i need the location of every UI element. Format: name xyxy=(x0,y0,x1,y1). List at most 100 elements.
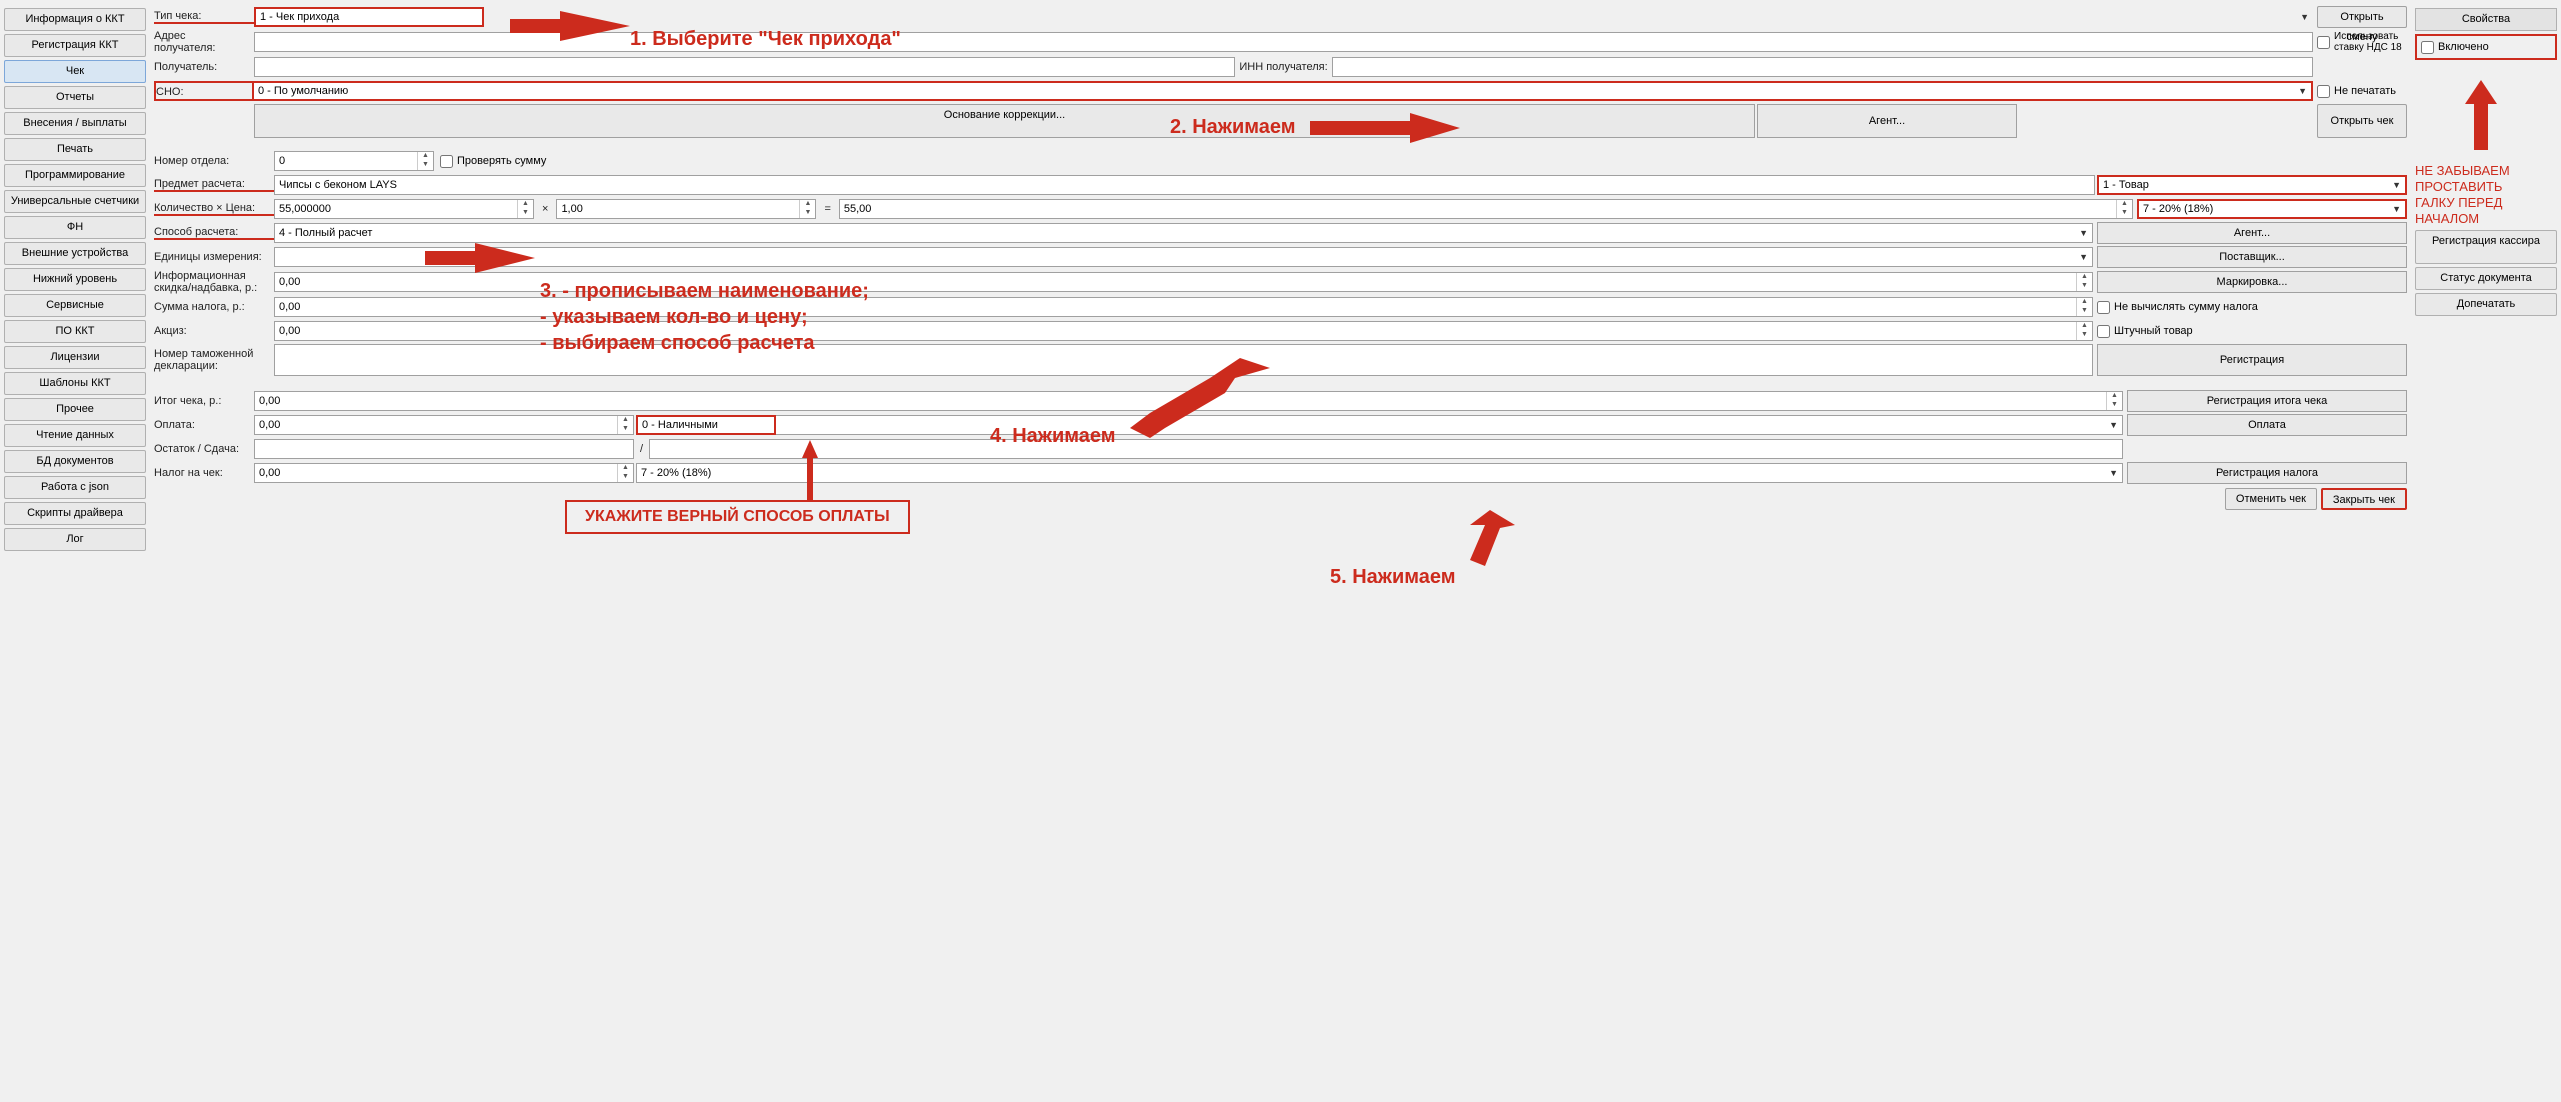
annotation-5: 5. Нажимаем xyxy=(1330,566,1456,589)
spin-up-icon[interactable]: ▲ xyxy=(418,152,433,161)
spin-down-icon[interactable]: ▼ xyxy=(618,473,633,482)
spin-down-icon[interactable]: ▼ xyxy=(2107,401,2122,410)
register-total-button[interactable]: Регистрация итога чека xyxy=(2127,390,2407,412)
open-shift-button[interactable]: Открыть смену xyxy=(2317,6,2407,28)
marking-button[interactable]: Маркировка... xyxy=(2097,271,2407,293)
sno-combo[interactable]: 0 - По умолчанию ▼ xyxy=(254,81,2313,101)
dept-spinner[interactable]: 0 ▲▼ xyxy=(274,151,434,171)
price-spinner[interactable]: 1,00 ▲▼ xyxy=(556,199,816,219)
sidebar-item-programming[interactable]: Программирование xyxy=(4,164,146,187)
tax-check-rate-combo[interactable]: 7 - 20% (18%) ▼ xyxy=(636,463,2123,483)
sidebar-item-kkt-reg[interactable]: Регистрация ККТ xyxy=(4,34,146,57)
line-total-spinner[interactable]: 55,00 ▲▼ xyxy=(839,199,2133,219)
register-tax-button[interactable]: Регистрация налога xyxy=(2127,462,2407,484)
agent-header-button[interactable]: Агент... xyxy=(1757,104,2017,138)
vat18-checkbox[interactable]: Использовать ставку НДС 18 xyxy=(2317,31,2407,53)
check-sum-checkbox[interactable]: Проверять сумму xyxy=(440,155,546,168)
discount-spinner[interactable]: 0,00 ▲▼ xyxy=(274,272,2093,292)
check-total-spinner[interactable]: 0,00 ▲▼ xyxy=(254,391,2123,411)
spin-up-icon[interactable]: ▲ xyxy=(618,416,633,425)
register-item-button[interactable]: Регистрация xyxy=(2097,344,2407,376)
remainder-input[interactable] xyxy=(254,439,634,459)
sidebar-item-counters[interactable]: Универсальные счетчики xyxy=(4,190,146,213)
payment-label: Оплата: xyxy=(154,419,254,431)
sidebar-item-scripts[interactable]: Скрипты драйвера xyxy=(4,502,146,525)
unit-combo[interactable]: ▼ xyxy=(274,247,2093,267)
vat18-check-input[interactable] xyxy=(2317,36,2330,49)
no-calc-tax-input[interactable] xyxy=(2097,301,2110,314)
inn-input[interactable] xyxy=(1332,57,2313,77)
payment-type-combo-ext[interactable]: ▼ xyxy=(776,415,2123,435)
agent-item-button[interactable]: Агент... xyxy=(2097,222,2407,244)
tax-check-spinner[interactable]: 0,00 ▲▼ xyxy=(254,463,634,483)
cashier-reg-button[interactable]: Регистрация кассира xyxy=(2415,230,2557,264)
sidebar-item-low-level[interactable]: Нижний уровень xyxy=(4,268,146,291)
spin-up-icon[interactable]: ▲ xyxy=(2117,200,2132,209)
enabled-checkbox[interactable]: Включено xyxy=(2415,34,2557,60)
sidebar-item-templates[interactable]: Шаблоны ККТ xyxy=(4,372,146,395)
spin-down-icon[interactable]: ▼ xyxy=(418,161,433,170)
spin-down-icon[interactable]: ▼ xyxy=(2077,331,2092,340)
spin-up-icon[interactable]: ▲ xyxy=(2077,298,2092,307)
doc-status-button[interactable]: Статус документа xyxy=(2415,267,2557,290)
check-sum-input[interactable] xyxy=(440,155,453,168)
spin-down-icon[interactable]: ▼ xyxy=(2077,282,2092,291)
sidebar-item-ext-devices[interactable]: Внешние устройства xyxy=(4,242,146,265)
spin-down-icon[interactable]: ▼ xyxy=(2117,209,2132,218)
close-check-button[interactable]: Закрыть чек xyxy=(2321,488,2407,510)
open-check-button[interactable]: Открыть чек xyxy=(2317,104,2407,138)
spin-down-icon[interactable]: ▼ xyxy=(800,209,815,218)
spin-up-icon[interactable]: ▲ xyxy=(2077,322,2092,331)
excise-spinner[interactable]: 0,00 ▲▼ xyxy=(274,321,2093,341)
no-print-check-input[interactable] xyxy=(2317,85,2330,98)
sidebar-item-kkt-sw[interactable]: ПО ККТ xyxy=(4,320,146,343)
sidebar-item-fn[interactable]: ФН xyxy=(4,216,146,239)
sidebar-item-db-docs[interactable]: БД документов xyxy=(4,450,146,473)
check-type-combo[interactable]: 1 - Чек прихода xyxy=(254,7,484,27)
enabled-check-input[interactable] xyxy=(2421,41,2434,54)
sidebar-item-print[interactable]: Печать xyxy=(4,138,146,161)
sidebar-item-read-data[interactable]: Чтение данных xyxy=(4,424,146,447)
tax-rate-combo[interactable]: 7 - 20% (18%) ▼ xyxy=(2137,199,2407,219)
sidebar-right: Свойства Включено НЕ ЗАБЫВАЕМ ПРОСТАВИТЬ… xyxy=(2411,0,2561,1102)
sidebar-item-kkt-info[interactable]: Информация о ККТ xyxy=(4,8,146,31)
spin-up-icon[interactable]: ▲ xyxy=(2107,392,2122,401)
spin-up-icon[interactable]: ▲ xyxy=(800,200,815,209)
spin-down-icon[interactable]: ▼ xyxy=(2077,307,2092,316)
tax-sum-spinner[interactable]: 0,00 ▲▼ xyxy=(274,297,2093,317)
recipient-addr-input[interactable] xyxy=(254,32,2313,52)
subject-type-combo[interactable]: 1 - Товар ▼ xyxy=(2097,175,2407,195)
qty-spinner[interactable]: 55,000000 ▲▼ xyxy=(274,199,534,219)
sidebar-item-json[interactable]: Работа с json xyxy=(4,476,146,499)
no-calc-tax-checkbox[interactable]: Не вычислять сумму налога xyxy=(2097,301,2407,314)
cancel-check-button[interactable]: Отменить чек xyxy=(2225,488,2317,510)
spin-down-icon[interactable]: ▼ xyxy=(618,425,633,434)
supplier-button[interactable]: Поставщик... xyxy=(2097,246,2407,268)
sidebar-item-deposits[interactable]: Внесения / выплаты xyxy=(4,112,146,135)
sidebar-item-log[interactable]: Лог xyxy=(4,528,146,551)
piece-goods-checkbox[interactable]: Штучный товар xyxy=(2097,325,2407,338)
vat18-label: Использовать ставку НДС 18 xyxy=(2334,31,2407,53)
payment-button[interactable]: Оплата xyxy=(2127,414,2407,436)
payment-spinner[interactable]: 0,00 ▲▼ xyxy=(254,415,634,435)
method-combo[interactable]: 4 - Полный расчет ▼ xyxy=(274,223,2093,243)
spin-up-icon[interactable]: ▲ xyxy=(2077,273,2092,282)
reprint-button[interactable]: Допечатать xyxy=(2415,293,2557,316)
chevron-down-icon[interactable]: ▼ xyxy=(2300,8,2309,26)
change-input[interactable] xyxy=(649,439,2123,459)
sidebar-item-service[interactable]: Сервисные xyxy=(4,294,146,317)
subject-input[interactable]: Чипсы с беконом LAYS xyxy=(274,175,2095,195)
customs-input[interactable] xyxy=(274,344,2093,376)
sidebar-item-other[interactable]: Прочее xyxy=(4,398,146,421)
spin-down-icon[interactable]: ▼ xyxy=(518,209,533,218)
sidebar-item-check[interactable]: Чек xyxy=(4,60,146,83)
no-print-checkbox[interactable]: Не печатать xyxy=(2317,85,2407,98)
piece-goods-input[interactable] xyxy=(2097,325,2110,338)
sidebar-item-licenses[interactable]: Лицензии xyxy=(4,346,146,369)
sidebar-item-reports[interactable]: Отчеты xyxy=(4,86,146,109)
payment-type-combo[interactable]: 0 - Наличными xyxy=(636,415,776,435)
spin-up-icon[interactable]: ▲ xyxy=(618,464,633,473)
recipient-input[interactable] xyxy=(254,57,1235,77)
correction-basis-button[interactable]: Основание коррекции... xyxy=(254,104,1755,138)
spin-up-icon[interactable]: ▲ xyxy=(518,200,533,209)
